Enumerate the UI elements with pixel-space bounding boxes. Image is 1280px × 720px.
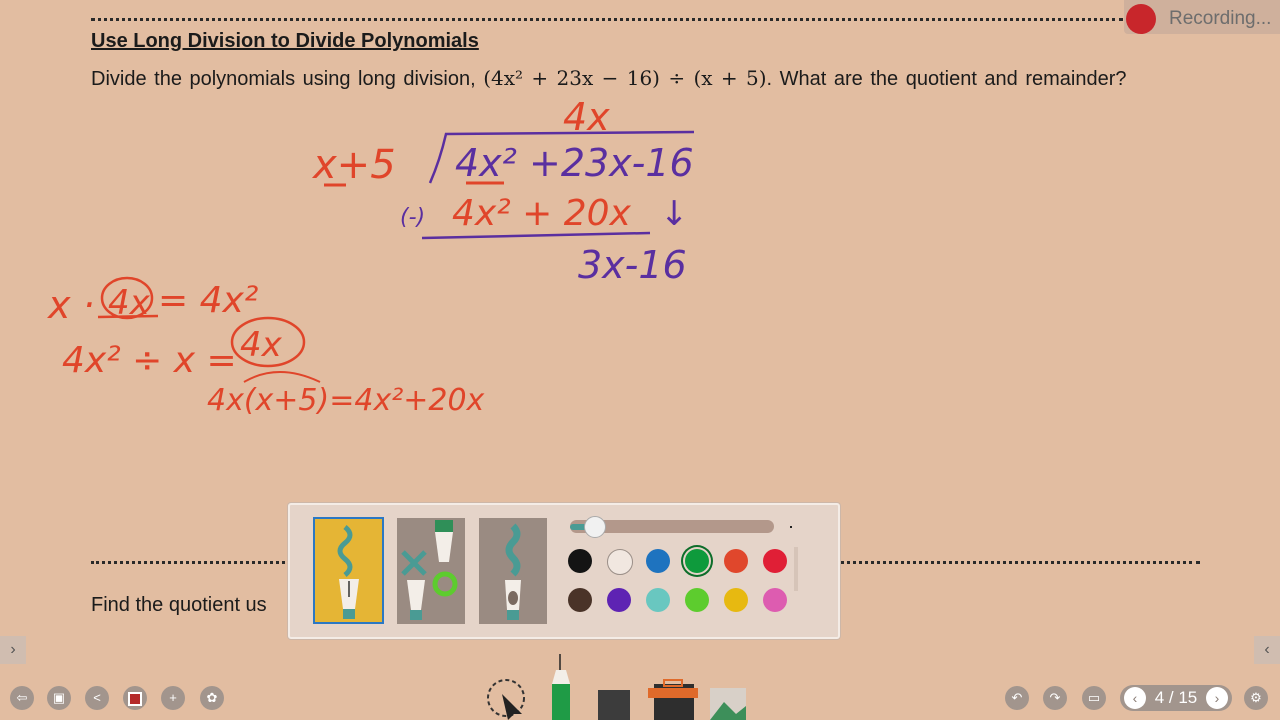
share-button[interactable]: <: [85, 686, 109, 710]
color-swatch[interactable]: [685, 549, 709, 573]
color-swatch[interactable]: [763, 549, 787, 573]
side-note-1c: = 4x²: [158, 280, 258, 321]
pen-icon: [337, 525, 359, 619]
color-swatch[interactable]: [568, 549, 592, 573]
recording-indicator[interactable]: Recording...: [1124, 0, 1280, 34]
record-dot-icon: [1126, 4, 1156, 34]
color-swatch[interactable]: [568, 588, 592, 612]
color-swatch[interactable]: [724, 588, 748, 612]
gallery-icon[interactable]: [710, 688, 746, 720]
left-edge-arrow-icon[interactable]: ›: [0, 636, 26, 664]
tool-tray: [487, 654, 746, 720]
next-page-button[interactable]: ›: [1206, 687, 1228, 709]
palette-scroll-hint: [794, 547, 798, 591]
color-swatch[interactable]: [685, 588, 709, 612]
side-note-2a: 4x² ÷ x =: [62, 340, 237, 381]
color-swatch[interactable]: [607, 549, 633, 575]
recording-label: Recording...: [1169, 8, 1272, 29]
color-swatch[interactable]: [646, 588, 670, 612]
brush-option[interactable]: [479, 518, 547, 624]
save-button[interactable]: ▣: [47, 686, 71, 710]
dividend-ink: 4x² +23x-16: [455, 141, 694, 185]
pen-settings-panel: [288, 503, 840, 639]
product-ink: 4x² + 20x: [452, 193, 632, 234]
select-tool-icon[interactable]: [487, 679, 525, 720]
color-swatch[interactable]: [724, 549, 748, 573]
right-edge-arrow-icon[interactable]: ‹: [1254, 636, 1280, 664]
pen-option[interactable]: [313, 517, 384, 624]
side-note-2b: 4x: [240, 325, 283, 365]
shape-pen-icon: [401, 520, 458, 620]
stroke-size-preview: [790, 526, 792, 528]
page-counter: 4 / 15: [1154, 688, 1198, 707]
settings-button[interactable]: ⚙: [1244, 686, 1268, 710]
redo-button[interactable]: ↷: [1043, 686, 1067, 710]
subtract-sign-ink: (-): [400, 205, 425, 230]
side-note-3: 4x(x+5)=4x²+20x: [207, 383, 485, 418]
side-note-underline: [97, 314, 159, 319]
screen-button[interactable]: ▭: [1082, 686, 1106, 710]
stop-record-button[interactable]: [123, 686, 147, 710]
color-swatch[interactable]: [763, 588, 787, 612]
more-button[interactable]: ✿: [200, 686, 224, 710]
shape-pen-option[interactable]: [397, 518, 465, 624]
add-user-button[interactable]: +: [161, 686, 185, 710]
side-note-1a: x ·: [47, 283, 95, 327]
remainder-line-ink: 3x-16: [578, 243, 687, 287]
distribution-arc: [243, 371, 321, 383]
page-navigator: ‹ 4 / 15 ›: [1120, 685, 1232, 711]
stroke-size-knob[interactable]: [584, 516, 607, 538]
bring-down-arrow-ink: ↓: [660, 194, 689, 234]
color-swatch[interactable]: [607, 588, 631, 612]
exit-button[interactable]: ⇦: [10, 686, 34, 710]
pen-tool-icon[interactable]: [552, 654, 570, 720]
eraser-tool-icon[interactable]: [598, 690, 630, 720]
brush-icon: [505, 523, 521, 620]
toolbox-icon[interactable]: [648, 679, 698, 720]
prev-page-button[interactable]: ‹: [1124, 687, 1146, 709]
divisor-ink: x+5: [311, 142, 396, 188]
stop-record-icon: [128, 691, 142, 706]
color-swatch[interactable]: [646, 549, 670, 573]
undo-button[interactable]: ↶: [1005, 686, 1029, 710]
